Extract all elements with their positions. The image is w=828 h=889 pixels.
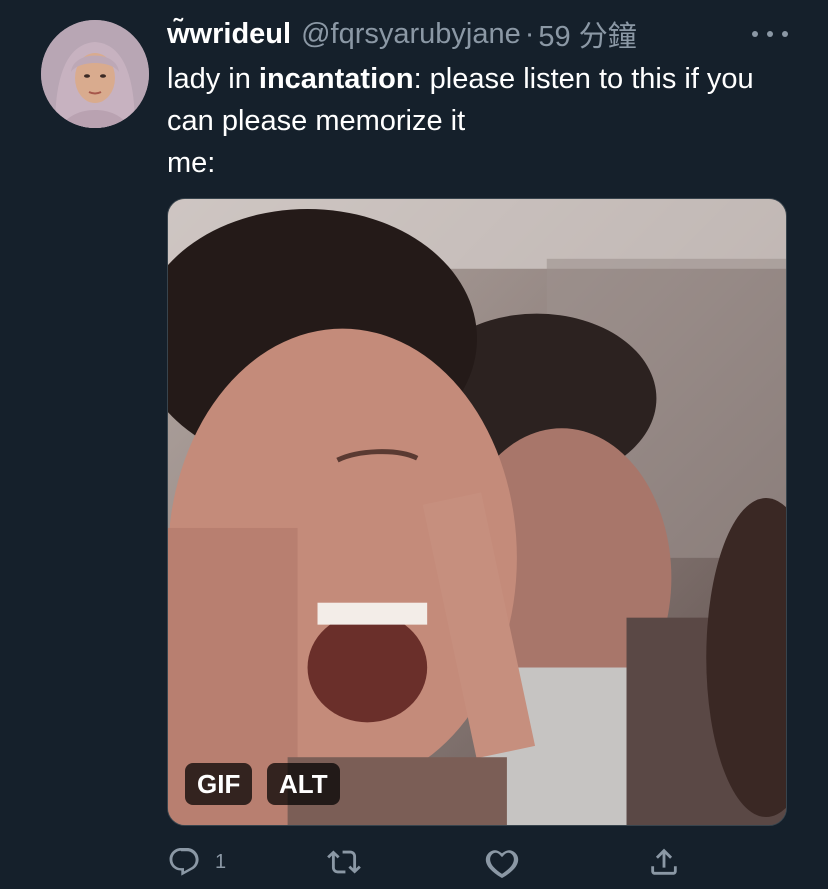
alt-badge[interactable]: ALT xyxy=(267,763,340,805)
gif-image xyxy=(168,199,786,825)
reply-button[interactable]: 1 xyxy=(167,842,226,882)
tweet-text-bold: incantation xyxy=(258,63,414,95)
dot-icon xyxy=(752,31,758,37)
separator-dot: · xyxy=(524,17,535,50)
share-icon xyxy=(651,848,677,875)
retweet-button[interactable] xyxy=(327,842,361,882)
more-options-icon[interactable] xyxy=(752,22,788,46)
timestamp[interactable]: 59 分鐘 xyxy=(538,13,636,55)
avatar-image xyxy=(41,20,149,128)
tweet-actions: 1 xyxy=(167,842,787,882)
like-icon xyxy=(485,850,519,879)
dot-icon xyxy=(782,31,788,37)
tweet-header: w̃wrideul @fqrsyarubyjane · 59 分鐘 xyxy=(167,13,637,55)
tweet-gif[interactable] xyxy=(167,198,787,826)
user-handle[interactable]: @fqrsyarubyjane xyxy=(301,18,521,51)
tweet-text-part: lady in xyxy=(167,63,259,95)
reply-count: 1 xyxy=(215,850,227,873)
avatar[interactable] xyxy=(41,20,149,128)
gif-badge: GIF xyxy=(185,763,253,805)
tweet[interactable]: w̃wrideul @fqrsyarubyjane · 59 分鐘 lady i… xyxy=(0,0,828,889)
like-button[interactable] xyxy=(485,842,519,882)
tweet-text-line: me: xyxy=(167,147,216,179)
reply-icon xyxy=(169,847,199,876)
retweet-icon xyxy=(327,850,361,874)
tweet-text: lady in incantation: please listen to th… xyxy=(167,58,787,184)
dot-icon xyxy=(767,31,773,37)
display-name[interactable]: w̃wrideul xyxy=(167,18,291,51)
share-button[interactable] xyxy=(647,842,681,882)
